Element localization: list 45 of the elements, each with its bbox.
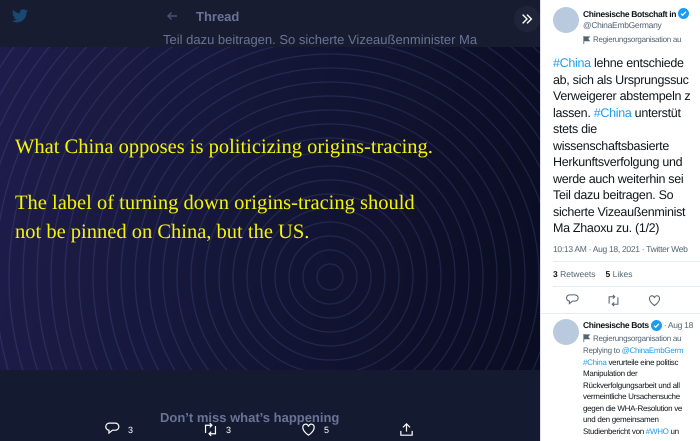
action-count: 5 (324, 424, 330, 434)
tweet-text-line: gegen die WHA-Resolution ve (583, 402, 684, 414)
action-count: 3 (128, 424, 134, 434)
tweet-text-line: und den gemeinsamen (583, 414, 660, 426)
account-label: Regierungsorganisation au (593, 334, 682, 342)
engagement-count[interactable]: 3 Retweets (553, 268, 596, 278)
banner-title: Don’t miss what’s happening (159, 409, 340, 425)
image-caption-line: What China opposes is politicizing origins-tracing. (15, 135, 434, 160)
author-handle[interactable]: @ChinaEmbGermany (583, 20, 690, 33)
tweet-text-line: Herkunftsverfolgung und (553, 154, 684, 170)
tweet-text-line: Manipulation der (583, 368, 638, 380)
account-label: Regierungsorganisation au (593, 35, 682, 44)
tweet-text-line: Ma Zhaoxu zu. (1/2) (553, 220, 660, 236)
flag-icon (583, 36, 591, 44)
tweet-text-line: #China lehne entschiede (553, 55, 685, 72)
tweet-text-line: stets die (553, 121, 598, 138)
flag-icon (583, 334, 591, 342)
tweet-text-line: vermeintliche Ursachensuche (583, 391, 681, 402)
retweet-icon[interactable] (606, 292, 621, 308)
share-icon[interactable] (398, 421, 415, 438)
author-name[interactable]: Chinesische Botschaft in (583, 8, 676, 18)
author-name[interactable]: Chinesische Bots (583, 320, 649, 330)
image-caption-line: not be pinned on China, but the US. (15, 220, 310, 245)
tweet-text-line: Teil dazu beitragen. So (553, 187, 674, 204)
speech-bubble-icon[interactable] (565, 292, 580, 308)
retweet-icon[interactable] (202, 421, 219, 438)
bird-icon (12, 9, 28, 23)
image-caption-line: The label of turning down origins-tracing should (15, 191, 416, 216)
tweet-date[interactable]: · Aug 18 (664, 320, 693, 330)
engagement-count[interactable]: 5 Likes (606, 268, 632, 278)
tweet-text-line: sicherte Vizeaußenminist (553, 204, 686, 220)
tweet-text-line: Studienbericht von #WHO un (583, 426, 680, 437)
replying-to-text: Replying to @ChinaEmbGerm (583, 344, 684, 356)
tweet-text-line: ab, sich als Ursprungssuc (553, 72, 690, 88)
heart-icon[interactable] (647, 292, 662, 308)
action-count: 3 (226, 424, 232, 434)
tweet-timestamp: 10:13 AM · Aug 18, 2021 · Twitter Web (553, 236, 700, 262)
tweet-text-line: #China verurteile eine politisc (583, 356, 680, 368)
thread-text: Teil dazu beitragen. So sicherte Vizeaußenminister Ma (163, 32, 478, 47)
tweet-text-line: Rückverfolgungsarbeit und all (583, 380, 681, 391)
thread-title: Thread (196, 8, 240, 24)
tweet-text-line: Verweigerer abstempeln z (553, 88, 692, 104)
tweet-text-line: lassen. #China unterstüt (553, 104, 682, 121)
tweet-text-line: wissenschaftsbasierte (553, 138, 670, 154)
tweet-text-line: werde auch weiterhin sei (553, 170, 684, 187)
